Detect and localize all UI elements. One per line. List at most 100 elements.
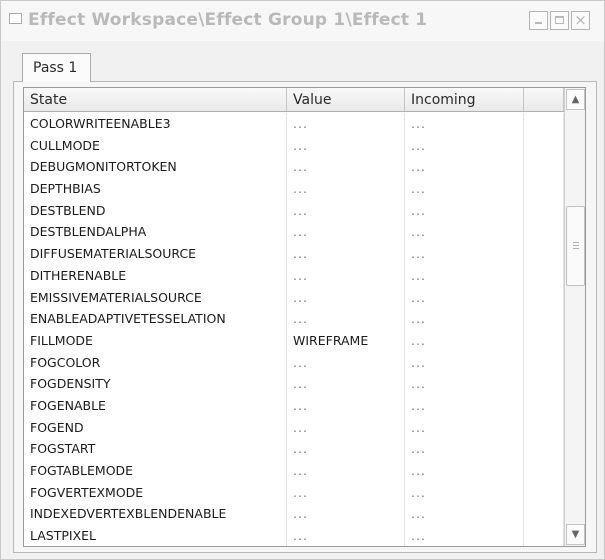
- incoming-cell[interactable]: ...: [405, 460, 524, 482]
- value-cell[interactable]: ...: [287, 308, 405, 330]
- value-cell[interactable]: ...: [287, 221, 405, 244]
- value-cell[interactable]: ...: [287, 134, 405, 157]
- incoming-cell[interactable]: ...: [405, 199, 524, 222]
- column-header-extra[interactable]: [524, 88, 564, 111]
- table-row[interactable]: FOGCOLOR......: [24, 351, 564, 374]
- vertical-scrollbar[interactable]: ▲ ▼: [564, 88, 585, 546]
- value-cell[interactable]: ...: [287, 351, 405, 374]
- scroll-down-button[interactable]: ▼: [566, 524, 585, 545]
- extra-cell: [524, 308, 564, 330]
- incoming-cell[interactable]: ...: [405, 373, 524, 395]
- grip-line-icon: [573, 242, 579, 243]
- incoming-cell[interactable]: ...: [405, 394, 524, 417]
- table-row[interactable]: DESTBLEND......: [24, 199, 564, 222]
- extra-cell: [524, 221, 564, 244]
- state-cell: DEPTHBIAS: [24, 178, 287, 200]
- scroll-up-button[interactable]: ▲: [566, 89, 585, 110]
- incoming-cell[interactable]: ...: [405, 156, 524, 179]
- minimize-button[interactable]: [529, 11, 548, 30]
- table-row[interactable]: EMISSIVEMATERIALSOURCE......: [24, 286, 564, 309]
- extra-cell: [524, 503, 564, 526]
- value-cell[interactable]: ...: [287, 286, 405, 309]
- column-header-incoming[interactable]: Incoming: [405, 88, 524, 111]
- window-title: Effect Workspace\Effect Group 1\Effect 1: [28, 10, 428, 30]
- incoming-cell[interactable]: ...: [405, 525, 524, 546]
- value-cell[interactable]: ...: [287, 438, 405, 460]
- incoming-cell[interactable]: ...: [405, 481, 524, 504]
- extra-cell: [524, 156, 564, 179]
- table-row[interactable]: FOGSTART......: [24, 438, 564, 460]
- value-cell[interactable]: ...: [287, 156, 405, 179]
- extra-cell: [524, 416, 564, 439]
- chevron-down-icon: ▼: [571, 529, 580, 540]
- incoming-cell[interactable]: ...: [405, 416, 524, 439]
- state-grid: State Value Incoming COLORWRITEENABLE3..…: [23, 87, 586, 547]
- table-row[interactable]: FOGDENSITY......: [24, 373, 564, 395]
- value-cell[interactable]: ...: [287, 373, 405, 395]
- state-cell: ENABLEADAPTIVETESSELATION: [24, 308, 287, 330]
- table-row[interactable]: FILLMODE WIREFRAME...: [24, 329, 564, 352]
- grid-rows: COLORWRITEENABLE3...... CULLMODE...... DEB…: [24, 113, 564, 546]
- table-row[interactable]: LASTPIXEL......: [24, 525, 564, 546]
- incoming-cell[interactable]: ...: [405, 178, 524, 200]
- value-cell[interactable]: ...: [287, 113, 405, 135]
- extra-cell: [524, 394, 564, 417]
- column-header-value[interactable]: Value: [287, 88, 405, 111]
- extra-cell: [524, 329, 564, 352]
- extra-cell: [524, 438, 564, 460]
- table-row[interactable]: DEBUGMONITORTOKEN......: [24, 156, 564, 179]
- tab-pass-1[interactable]: Pass 1: [22, 53, 91, 82]
- value-cell[interactable]: ...: [287, 178, 405, 200]
- extra-cell: [524, 460, 564, 482]
- incoming-cell[interactable]: ...: [405, 243, 524, 265]
- table-row[interactable]: FOGVERTEXMODE......: [24, 481, 564, 504]
- value-cell[interactable]: ...: [287, 416, 405, 439]
- incoming-cell[interactable]: ...: [405, 113, 524, 135]
- state-cell: FOGEND: [24, 416, 287, 439]
- window-controls: ×: [529, 11, 590, 30]
- value-cell[interactable]: WIREFRAME: [287, 329, 405, 352]
- value-cell[interactable]: ...: [287, 503, 405, 526]
- table-row[interactable]: COLORWRITEENABLE3......: [24, 113, 564, 135]
- table-row[interactable]: DESTBLENDALPHA......: [24, 221, 564, 244]
- state-cell: COLORWRITEENABLE3: [24, 113, 287, 135]
- close-icon: ×: [574, 11, 587, 29]
- table-row[interactable]: INDEXEDVERTEXBLENDENABLE......: [24, 503, 564, 526]
- incoming-cell[interactable]: ...: [405, 351, 524, 374]
- incoming-cell[interactable]: ...: [405, 264, 524, 287]
- incoming-cell[interactable]: ...: [405, 221, 524, 244]
- incoming-cell[interactable]: ...: [405, 286, 524, 309]
- effect-window: Effect Workspace\Effect Group 1\Effect 1…: [0, 0, 605, 560]
- extra-cell: [524, 113, 564, 135]
- extra-cell: [524, 264, 564, 287]
- maximize-button[interactable]: [550, 11, 569, 30]
- table-row[interactable]: FOGEND......: [24, 416, 564, 439]
- title-bar[interactable]: Effect Workspace\Effect Group 1\Effect 1…: [1, 1, 604, 41]
- table-row[interactable]: DIFFUSEMATERIALSOURCE......: [24, 243, 564, 265]
- incoming-cell[interactable]: ...: [405, 308, 524, 330]
- value-cell[interactable]: ...: [287, 460, 405, 482]
- state-cell: DEBUGMONITORTOKEN: [24, 156, 287, 179]
- close-button[interactable]: ×: [571, 11, 590, 30]
- table-row[interactable]: CULLMODE......: [24, 134, 564, 157]
- table-row[interactable]: ENABLEADAPTIVETESSELATION......: [24, 308, 564, 330]
- table-row[interactable]: DEPTHBIAS......: [24, 178, 564, 200]
- table-row[interactable]: FOGTABLEMODE......: [24, 460, 564, 482]
- value-cell[interactable]: ...: [287, 481, 405, 504]
- value-cell[interactable]: ...: [287, 394, 405, 417]
- extra-cell: [524, 199, 564, 222]
- scroll-thumb[interactable]: [566, 206, 585, 286]
- value-cell[interactable]: ...: [287, 264, 405, 287]
- table-row[interactable]: DITHERENABLE......: [24, 264, 564, 287]
- grid-header: State Value Incoming: [24, 88, 564, 112]
- incoming-cell[interactable]: ...: [405, 134, 524, 157]
- value-cell[interactable]: ...: [287, 525, 405, 546]
- table-row[interactable]: FOGENABLE......: [24, 394, 564, 417]
- incoming-cell[interactable]: ...: [405, 438, 524, 460]
- value-cell[interactable]: ...: [287, 199, 405, 222]
- incoming-cell[interactable]: ...: [405, 329, 524, 352]
- incoming-cell[interactable]: ...: [405, 503, 524, 526]
- column-header-state[interactable]: State: [24, 88, 287, 111]
- value-cell[interactable]: ...: [287, 243, 405, 265]
- state-cell: FOGVERTEXMODE: [24, 481, 287, 504]
